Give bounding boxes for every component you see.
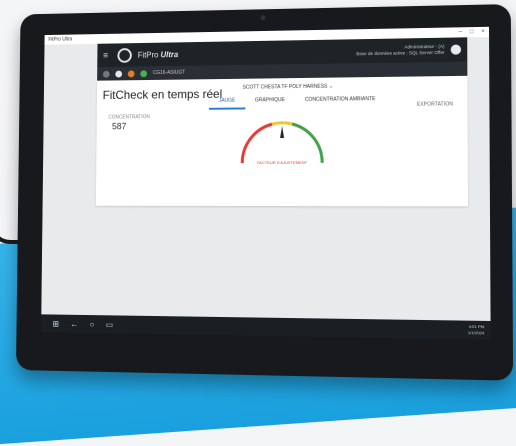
status-orange-icon <box>127 69 135 77</box>
gauge-needle-icon <box>279 125 284 138</box>
brand-name: FitPro Ultra <box>138 50 178 59</box>
user-info: Administrateur - (A) Base de données act… <box>356 44 444 57</box>
brand-label: FitPro <box>137 50 159 60</box>
gauge-red-arc <box>241 122 273 164</box>
gauge-caption: FACTEUR D'AJUSTEMENT <box>257 159 308 166</box>
task-view-icon[interactable]: ▭ <box>106 320 113 329</box>
clock-date: 1/1/2024 <box>467 329 485 336</box>
instrument-label: CG16-ASIUGT <box>152 69 186 77</box>
model-select[interactable]: SCOTT CHESTA TF POLY HARNESS ⌄ <box>243 84 333 91</box>
system-tray: 4:01 PM 1/1/2024 <box>468 324 484 337</box>
window-title: FitPro Ultra <box>48 36 73 43</box>
search-circle-icon[interactable]: ○ <box>90 320 95 329</box>
windows-taskbar: ⊞ ← ○ ▭ 4:01 PM 1/1/2024 <box>41 314 491 340</box>
database-info: Base de données active : SQL Server Offe… <box>356 49 445 57</box>
menu-dots-icon[interactable] <box>102 70 110 78</box>
close-button[interactable]: × <box>481 29 485 35</box>
fitpro-logo-icon <box>117 47 133 63</box>
windows-start-icon[interactable]: ⊞ <box>53 319 59 328</box>
minimize-button[interactable]: – <box>459 29 462 35</box>
screen: FitPro Ultra – □ × ≡ FitPro Ultra Admini… <box>41 26 491 340</box>
fitcheck-card: FitCheck en temps réel SCOTT CHESTA TF P… <box>95 75 468 207</box>
account-icon[interactable] <box>450 44 462 55</box>
tab-concentration-ambiante[interactable]: CONCENTRATION AMBIANTE <box>295 94 386 109</box>
gauge-yellow-arc <box>272 121 293 126</box>
concentration-label: CONCENTRATION <box>108 114 150 121</box>
concentration-value: 587 <box>111 121 127 132</box>
status-white-icon <box>115 70 123 78</box>
hamburger-menu-icon[interactable]: ≡ <box>103 50 108 60</box>
camera-icon <box>260 15 266 21</box>
window-controls: – □ × <box>452 29 485 36</box>
brand-suffix: Ultra <box>160 49 179 59</box>
status-green-icon <box>140 69 148 77</box>
export-button[interactable]: EXPORTATION <box>417 101 453 107</box>
gauge-green-arc <box>292 124 322 163</box>
tablet-device: FitPro Ultra – □ × ≡ FitPro Ultra Admini… <box>15 4 514 381</box>
maximize-button[interactable]: □ <box>470 29 474 35</box>
back-arrow-icon[interactable]: ← <box>70 319 78 328</box>
page-title: FitCheck en temps réel <box>102 86 223 103</box>
